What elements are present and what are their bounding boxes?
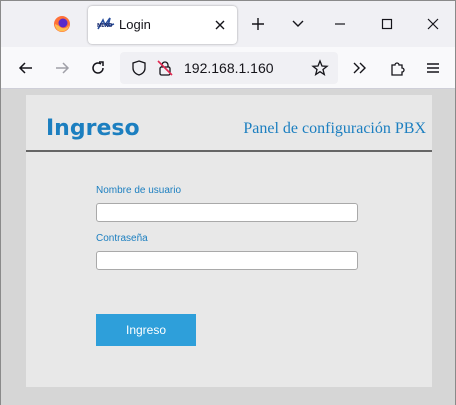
- insecure-lock-icon[interactable]: [156, 59, 174, 77]
- page-viewport: Ingreso Panel de configuración PBX Nombr…: [1, 90, 455, 405]
- puzzle-icon[interactable]: [388, 59, 406, 77]
- browser-window: NEXO Login 192.168.1.160 Ingreso Panel d…: [0, 0, 456, 405]
- login-panel: Ingreso Panel de configuración PBX Nombr…: [26, 95, 432, 387]
- minimize-icon[interactable]: [331, 15, 349, 33]
- navigation-bar: 192.168.1.160: [1, 47, 455, 89]
- shield-icon[interactable]: [130, 59, 148, 77]
- chevron-down-icon[interactable]: [289, 15, 307, 33]
- username-input[interactable]: [96, 203, 358, 222]
- address-bar[interactable]: 192.168.1.160: [120, 52, 338, 84]
- tab-login[interactable]: NEXO Login: [88, 6, 237, 44]
- window-close-icon[interactable]: [424, 15, 442, 33]
- arrow-left-icon[interactable]: [17, 59, 35, 77]
- password-input[interactable]: [96, 251, 358, 270]
- firefox-logo-icon[interactable]: [53, 15, 71, 33]
- star-icon[interactable]: [311, 59, 329, 77]
- page-subtitle: Panel de configuración PBX: [243, 120, 426, 137]
- url-text[interactable]: 192.168.1.160: [184, 60, 274, 76]
- new-tab-icon[interactable]: [249, 15, 267, 33]
- maximize-icon[interactable]: [378, 15, 396, 33]
- double-chevron-icon[interactable]: [351, 59, 369, 77]
- close-tab-icon[interactable]: [212, 17, 228, 33]
- password-label: Contraseña: [96, 233, 148, 244]
- hamburger-icon[interactable]: [424, 59, 442, 77]
- arrow-right-icon[interactable]: [53, 59, 71, 77]
- nexo-favicon-icon: NEXO: [97, 17, 115, 30]
- tab-strip: NEXO Login: [1, 1, 455, 47]
- reload-icon[interactable]: [89, 59, 107, 77]
- login-button[interactable]: Ingreso: [96, 314, 196, 346]
- page-title: Ingreso: [46, 116, 140, 141]
- header-divider: [26, 150, 432, 152]
- favicon-text: NEXO: [97, 23, 113, 29]
- tab-title: Login: [119, 17, 151, 32]
- username-label: Nombre de usuario: [96, 185, 182, 196]
